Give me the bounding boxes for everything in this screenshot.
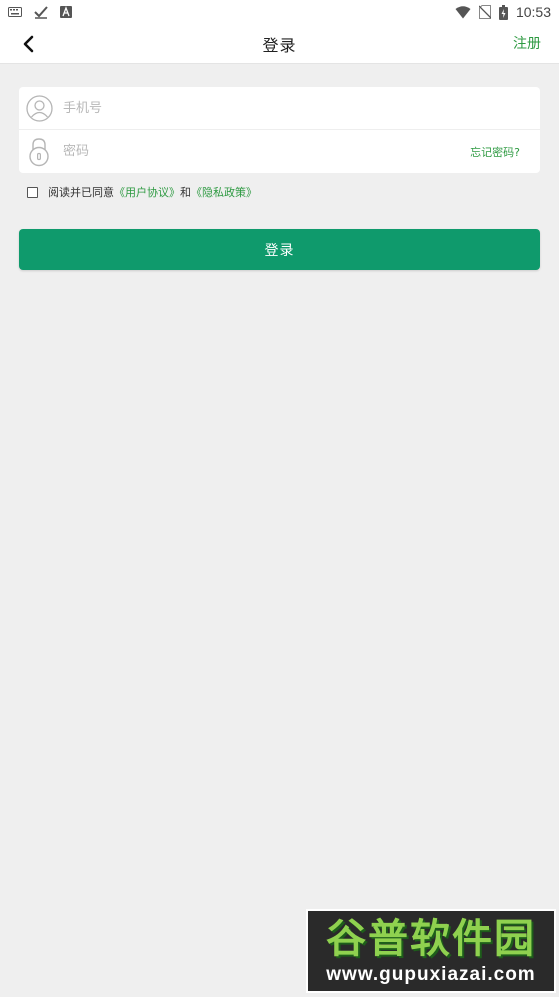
chevron-left-icon xyxy=(23,35,34,53)
status-left-icons xyxy=(8,5,72,19)
status-time: 10:53 xyxy=(515,4,551,20)
forgot-password-link[interactable]: 忘记密码? xyxy=(470,144,520,160)
page-title: 登录 xyxy=(262,35,297,55)
password-input[interactable] xyxy=(63,136,471,167)
a-icon xyxy=(60,6,72,18)
keyboard-icon xyxy=(8,7,22,17)
user-icon xyxy=(25,94,53,122)
phone-input[interactable] xyxy=(63,93,540,123)
watermark-logo: 谷普软件园 www.gupuxiazai.com xyxy=(306,909,556,993)
watermark-title: 谷普软件园 xyxy=(326,916,536,962)
wifi-icon xyxy=(455,5,471,19)
watermark-url: www.gupuxiazai.com xyxy=(326,964,536,985)
status-right-icons: 10:53 xyxy=(455,4,551,20)
check-icon xyxy=(34,5,48,19)
status-bar: 10:53 xyxy=(0,0,559,24)
agreement-checkbox[interactable] xyxy=(27,186,38,198)
phone-row xyxy=(19,87,540,130)
back-button[interactable] xyxy=(14,30,42,58)
agreement-row: 阅读并已同意 《用户协议》 和 《隐私政策》 xyxy=(27,184,257,200)
register-link[interactable]: 注册 xyxy=(513,24,541,64)
agreement-conjunction: 和 xyxy=(180,186,191,199)
app-header: 登录 注册 xyxy=(0,24,559,64)
password-row: 忘记密码? xyxy=(19,130,540,173)
login-button[interactable]: 登录 xyxy=(19,229,540,270)
no-sim-icon xyxy=(478,5,491,19)
agreement-prefix: 阅读并已同意 xyxy=(48,186,114,199)
user-agreement-link[interactable]: 《用户协议》 xyxy=(114,184,180,200)
lock-icon xyxy=(25,137,53,166)
battery-icon xyxy=(498,4,508,20)
login-form: 忘记密码? xyxy=(19,87,540,173)
privacy-policy-link[interactable]: 《隐私政策》 xyxy=(191,184,257,200)
